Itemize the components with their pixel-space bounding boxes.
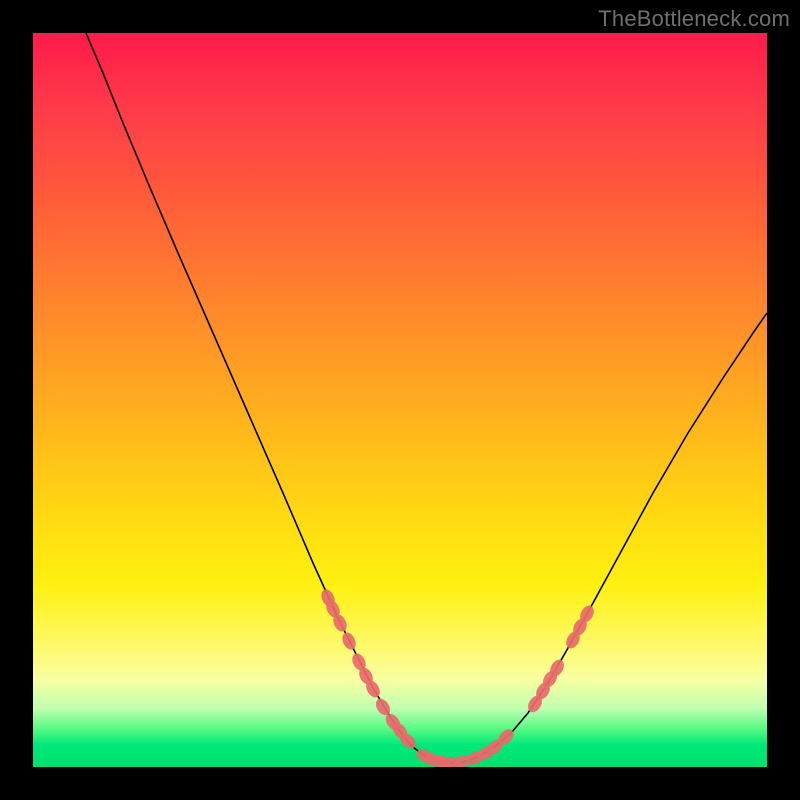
marker-point [340, 630, 359, 651]
bottleneck-curve [86, 33, 767, 763]
chart-frame: TheBottleneck.com [0, 0, 800, 800]
chart-svg [33, 33, 767, 767]
plot-area [33, 33, 767, 767]
curve-markers [319, 587, 597, 767]
watermark-text: TheBottleneck.com [598, 6, 790, 32]
